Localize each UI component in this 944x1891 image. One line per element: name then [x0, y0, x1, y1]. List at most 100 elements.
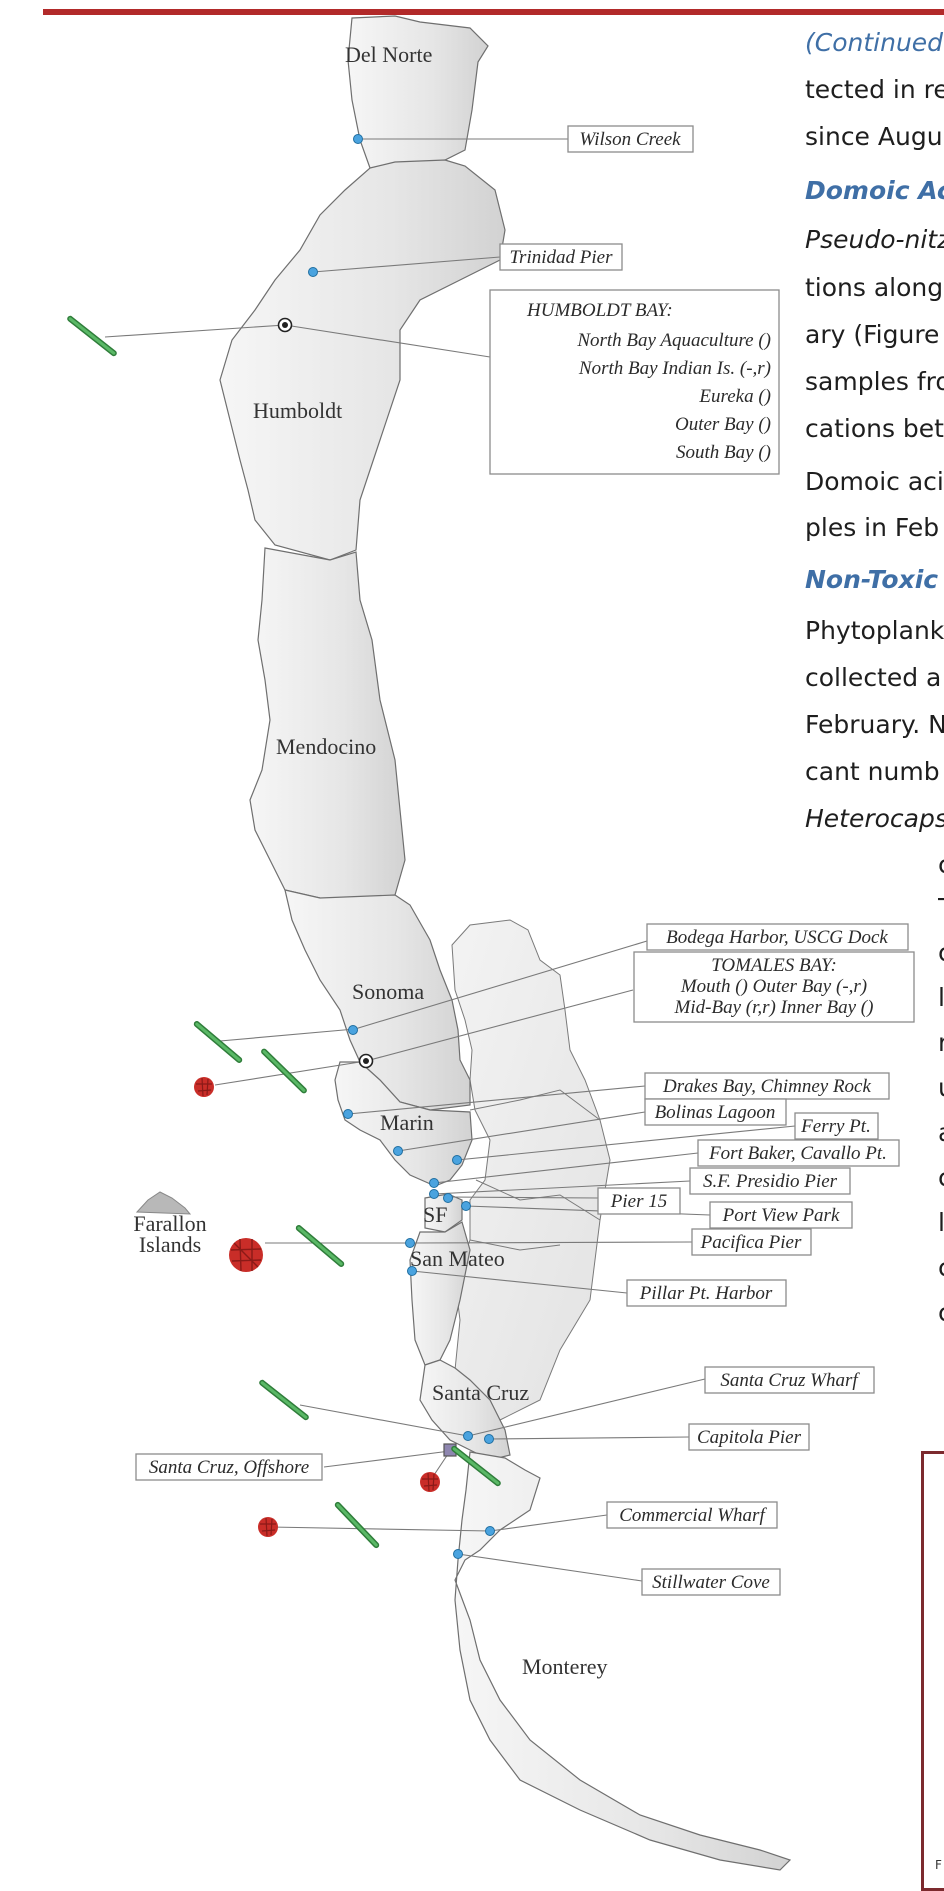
alexandrium-cluster-icon	[228, 1237, 264, 1273]
site-dot-humboldt-bay-center	[282, 322, 288, 328]
text-line: ples in Feb	[805, 513, 940, 542]
text-line: since Augu	[805, 122, 943, 151]
alexandrium-cluster-icon	[257, 1516, 279, 1538]
site-label-santa-cruz-offshore: Santa Cruz, Offshore	[135, 1453, 323, 1481]
figure-frame	[921, 1451, 944, 1891]
text-line: Phytoplank	[805, 616, 944, 645]
site-dot-pillar-pt	[407, 1266, 417, 1276]
site-dot-bolinas-lagoon	[393, 1146, 403, 1156]
svg-text:Commercial Wharf: Commercial Wharf	[619, 1505, 767, 1526]
pseudo-nitzschia-cell-icon	[66, 319, 117, 353]
county-del-norte	[347, 15, 489, 171]
svg-text:North Bay Indian Is. (-,r): North Bay Indian Is. (-,r)	[578, 358, 771, 379]
farallon-label-line2: Islands	[139, 1232, 201, 1257]
site-dot-ferry-pt	[452, 1155, 462, 1165]
text-fragment: c	[938, 850, 944, 879]
site-dot-wilson-creek	[353, 134, 363, 144]
figure-caption: F	[935, 1858, 942, 1872]
site-label-humboldt-bay: HUMBOLDT BAY: North Bay Aquaculture () N…	[489, 289, 780, 475]
site-label-trinidad-pier: Trinidad Pier	[499, 243, 623, 271]
alexandrium-cluster-icon	[193, 1076, 215, 1098]
text-fragment: a	[938, 1118, 944, 1147]
text-fragment: T	[938, 893, 944, 922]
text-line: (Continued	[805, 28, 944, 57]
svg-text:Wilson Creek: Wilson Creek	[579, 129, 681, 150]
text-line: ary (Figure	[805, 320, 940, 349]
text-line: cant numb	[805, 757, 940, 786]
site-dot-port-view-park	[461, 1201, 471, 1211]
text-fragment: c	[938, 1163, 944, 1192]
county-mendocino	[249, 547, 406, 901]
text-line: tions along	[805, 273, 944, 302]
county-label-sf: SF	[423, 1202, 447, 1227]
svg-text:South Bay (): South Bay ()	[676, 442, 771, 463]
site-dot-tomales-bay-center	[363, 1058, 369, 1064]
site-dot-capitola-pier	[484, 1434, 494, 1444]
site-label-capitola-pier: Capitola Pier	[688, 1423, 810, 1451]
county-label-marin: Marin	[380, 1110, 434, 1135]
site-dot-sf-presidio	[429, 1189, 439, 1199]
site-label-pier-15: Pier 15	[597, 1187, 681, 1215]
text-line: Pseudo-nitz	[805, 225, 944, 254]
text-fragment: c	[938, 1253, 944, 1282]
text-line: tected in re	[805, 75, 944, 104]
county-label-mendocino: Mendocino	[276, 734, 376, 759]
pseudo-nitzschia-cell-icon	[330, 1505, 384, 1545]
coastal-map: Del Norte Humboldt Mendocino Sonoma Mari…	[0, 15, 915, 1871]
county-label-monterey: Monterey	[522, 1654, 608, 1679]
text-line: Non-Toxic	[805, 565, 939, 594]
county-label-santa-cruz: Santa Cruz	[432, 1380, 529, 1405]
site-dot-santa-cruz-wharf	[463, 1431, 473, 1441]
site-label-wilson-creek: Wilson Creek	[567, 125, 694, 153]
county-label-humboldt: Humboldt	[253, 398, 342, 423]
site-dot-commercial-wharf	[485, 1526, 495, 1536]
text-line: collected a	[805, 663, 942, 692]
text-line: Heterocaps	[805, 804, 944, 833]
text-line: samples fro	[805, 367, 944, 396]
county-label-del-norte: Del Norte	[345, 42, 432, 67]
site-label-pillar-pt: Pillar Pt. Harbor	[626, 1279, 787, 1307]
svg-text:Eureka (): Eureka ()	[698, 386, 771, 407]
site-dot-pacifica-pier	[405, 1238, 415, 1248]
text-line: Domoic aci	[805, 467, 944, 496]
svg-text:Stillwater Cove: Stillwater Cove	[652, 1572, 770, 1593]
text-fragment: l	[938, 1208, 944, 1237]
pseudo-nitzschia-cell-icon	[258, 1383, 309, 1417]
site-label-commercial-wharf: Commercial Wharf	[606, 1501, 778, 1529]
site-dot-fort-baker	[429, 1178, 439, 1188]
county-humboldt	[219, 159, 506, 561]
svg-text:Pier 15: Pier 15	[610, 1191, 667, 1212]
site-label-bolinas-lagoon: Bolinas Lagoon	[644, 1098, 787, 1126]
svg-text:Pillar Pt. Harbor: Pillar Pt. Harbor	[639, 1283, 773, 1304]
county-label-sonoma: Sonoma	[352, 979, 424, 1004]
text-fragment: u	[938, 1073, 944, 1102]
svg-text:Pacifica Pier: Pacifica Pier	[700, 1232, 802, 1253]
site-label-stillwater-cove: Stillwater Cove	[641, 1568, 781, 1596]
inland-counties	[451, 919, 611, 1421]
svg-text:Santa Cruz, Offshore: Santa Cruz, Offshore	[149, 1457, 309, 1478]
svg-text:HUMBOLDT BAY:: HUMBOLDT BAY:	[526, 300, 673, 321]
site-dot-pier-15	[443, 1193, 453, 1203]
text-fragment: r	[938, 1028, 944, 1057]
text-fragment: c	[938, 1298, 944, 1327]
alexandrium-cluster-icon	[419, 1471, 441, 1493]
svg-text:Trinidad Pier: Trinidad Pier	[510, 247, 614, 268]
site-dot-bodega-harbor	[348, 1025, 358, 1035]
svg-text:North Bay Aquaculture (): North Bay Aquaculture ()	[576, 330, 771, 351]
county-label-san-mateo-1: San Mateo	[410, 1246, 505, 1271]
clipped-text-column: c T c l r u a c l c c	[938, 850, 944, 1350]
text-fragment: c	[938, 938, 944, 967]
text-line: February. N	[805, 710, 944, 739]
site-dot-drakes-bay	[343, 1109, 353, 1119]
svg-text:Capitola Pier: Capitola Pier	[697, 1427, 802, 1448]
pseudo-nitzschia-cell-icon	[294, 1228, 346, 1264]
site-dot-stillwater-cove	[453, 1549, 463, 1559]
pseudo-nitzschia-cell-icon	[192, 1024, 244, 1060]
site-dot-trinidad-pier	[308, 267, 318, 277]
text-fragment: l	[938, 983, 944, 1012]
svg-text:Outer Bay (): Outer Bay ()	[675, 414, 771, 435]
site-label-pacifica-pier: Pacifica Pier	[691, 1228, 812, 1256]
text-line: Domoic Ac	[805, 176, 944, 205]
svg-text:Bolinas Lagoon: Bolinas Lagoon	[655, 1102, 776, 1123]
text-line: cations bet	[805, 414, 944, 443]
